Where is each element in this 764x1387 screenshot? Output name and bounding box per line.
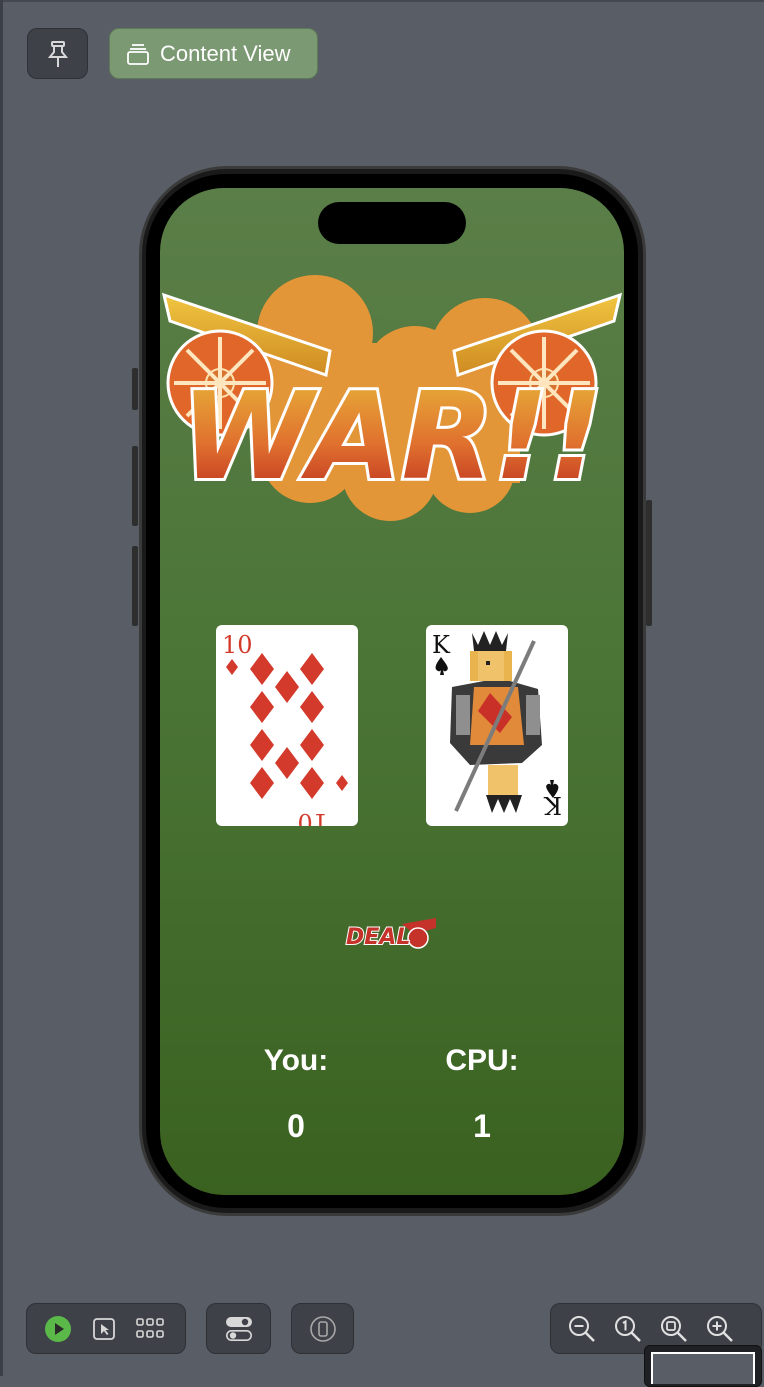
dynamic-island xyxy=(318,202,466,244)
variants-grid-button[interactable] xyxy=(127,1306,173,1352)
phone-screen: WAR!! 10 10 K K DEAL You: CPU: 0 1 xyxy=(160,188,624,1195)
selectable-mode-button[interactable] xyxy=(81,1306,127,1352)
player-card: 10 10 xyxy=(216,625,358,836)
content-view-label: Content View xyxy=(160,40,291,66)
war-logo: WAR!! xyxy=(161,275,623,521)
action-button xyxy=(132,368,138,410)
zoom-100-icon xyxy=(615,1315,641,1342)
deal-button-label: DEAL xyxy=(346,925,410,950)
canvas-minimap[interactable] xyxy=(644,1345,762,1387)
player-score-label: You: xyxy=(263,1044,329,1077)
svg-text:10: 10 xyxy=(297,808,328,826)
device-icon xyxy=(309,1315,336,1342)
cpu-score-value: 1 xyxy=(473,1108,491,1144)
svg-text:K: K xyxy=(432,631,451,659)
device-settings-button[interactable] xyxy=(206,1303,271,1354)
window-left-edge xyxy=(0,0,3,1376)
minimap-viewport xyxy=(651,1352,755,1384)
window-top-edge xyxy=(0,0,764,2)
cursor-select-icon xyxy=(93,1317,115,1340)
zoom-out-button[interactable] xyxy=(559,1306,605,1352)
zoom-in-icon xyxy=(707,1315,733,1342)
toggles-icon xyxy=(225,1316,252,1341)
king-of-spades-icon: K K xyxy=(432,631,562,819)
power-button xyxy=(646,500,652,626)
stack-icon xyxy=(127,43,149,65)
volume-up-button xyxy=(132,446,138,526)
volume-down-button xyxy=(132,546,138,626)
ten-of-diamonds-icon: 10 10 xyxy=(222,631,348,836)
content-view-button[interactable]: Content View xyxy=(109,28,318,79)
play-icon xyxy=(45,1315,71,1342)
war-logo-text: WAR!! xyxy=(181,368,604,507)
pin-icon xyxy=(47,40,68,67)
zoom-out-icon xyxy=(569,1315,595,1342)
cpu-card: K K xyxy=(426,625,568,826)
device-picker-button[interactable] xyxy=(291,1303,354,1354)
grid-icon xyxy=(136,1317,164,1338)
preview-mode-group xyxy=(26,1303,186,1354)
player-score-value: 0 xyxy=(287,1108,305,1144)
zoom-actual-size-button[interactable] xyxy=(605,1306,651,1352)
live-preview-button[interactable] xyxy=(35,1306,81,1352)
svg-text:K: K xyxy=(543,791,562,819)
pin-preview-button[interactable] xyxy=(27,28,88,79)
cpu-score-label: CPU: xyxy=(445,1044,519,1077)
zoom-fit-icon xyxy=(661,1315,687,1342)
deal-button[interactable]: DEAL xyxy=(344,916,438,952)
svg-text:10: 10 xyxy=(222,631,253,659)
